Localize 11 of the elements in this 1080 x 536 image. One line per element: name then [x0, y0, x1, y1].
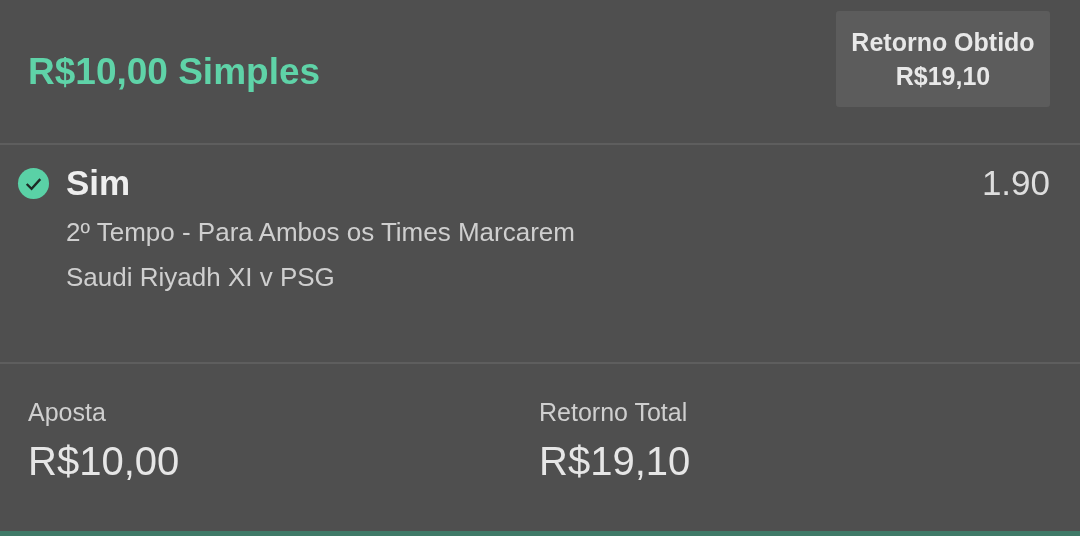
odds: 1.90	[981, 163, 1050, 203]
summary-value: R$10,00	[28, 439, 181, 484]
bet-title: R$10,00 Simples	[28, 50, 321, 93]
return-value: R$19,10	[895, 60, 991, 92]
summary-value: R$19,10	[539, 439, 692, 484]
event-name: Saudi Riyadh XI v PSG	[66, 262, 336, 293]
selection-name: Sim	[66, 163, 132, 203]
summary-label: Retorno Total	[539, 398, 689, 427]
market-name: 2º Tempo - Para Ambos os Times Marcarem	[66, 217, 576, 248]
summary-label: Aposta	[28, 398, 107, 427]
return-label: Retorno Obtido	[851, 26, 1035, 58]
